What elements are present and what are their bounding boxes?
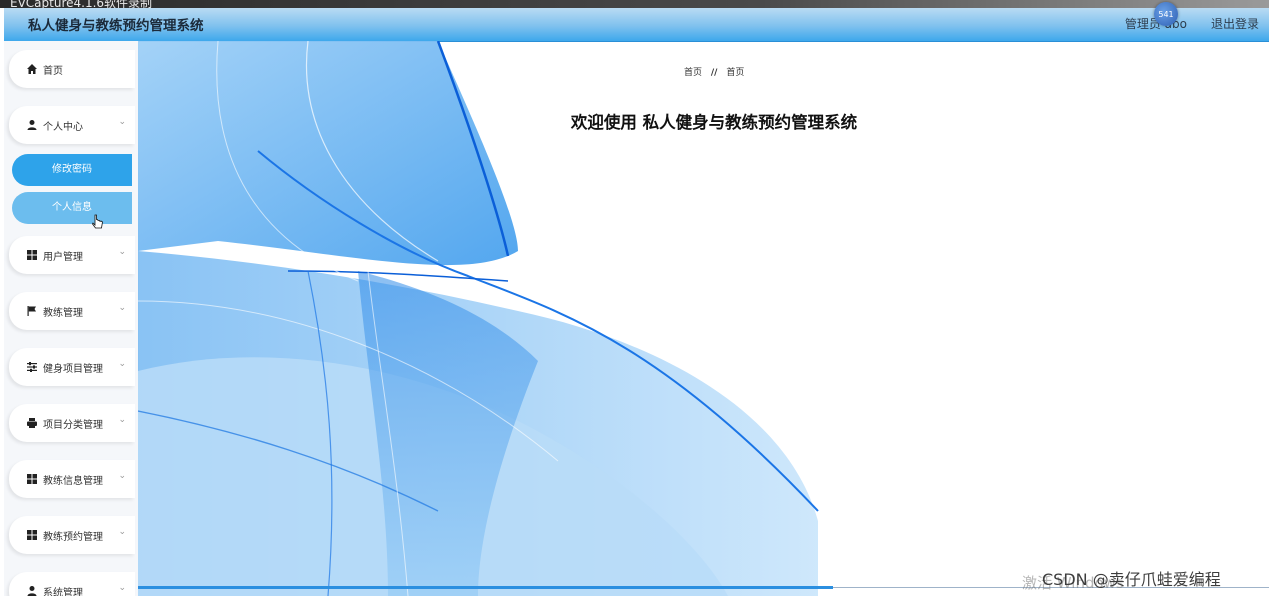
sidebar-item-label: 用户管理 xyxy=(43,252,83,263)
submenu-change-password[interactable]: 修改密码 xyxy=(12,154,132,186)
sidebar-item-coach-info-management[interactable]: 教练信息管理 ⌄ xyxy=(9,460,135,498)
user-icon xyxy=(27,586,37,596)
chevron-down-icon: ⌄ xyxy=(118,415,126,425)
breadcrumb-separator: // xyxy=(710,68,718,78)
chevron-down-icon: ⌄ xyxy=(118,117,126,127)
chevron-down-icon: ⌄ xyxy=(118,471,126,481)
chevron-down-icon: ⌄ xyxy=(118,527,126,537)
sliders-icon xyxy=(27,362,37,372)
grid-icon xyxy=(27,250,37,260)
sidebar-item-category-management[interactable]: 项目分类管理 ⌄ xyxy=(9,404,135,442)
breadcrumb: 首页 // 首页 xyxy=(684,65,744,78)
breadcrumb-home[interactable]: 首页 xyxy=(684,68,702,78)
printer-icon xyxy=(27,418,37,428)
scroll-progress-bar xyxy=(138,586,833,589)
sidebar-item-user-management[interactable]: 用户管理 ⌄ xyxy=(9,236,135,274)
grid-icon xyxy=(27,474,37,484)
app-title: 私人健身与教练预约管理系统 xyxy=(28,18,204,34)
sidebar-item-home[interactable]: 首页 xyxy=(9,50,135,88)
mouse-pointer-icon xyxy=(92,214,103,229)
sidebar-item-label: 首页 xyxy=(43,66,63,77)
chevron-down-icon: ⌄ xyxy=(118,247,126,257)
sidebar: 首页 个人中心 ⌄ 修改密码 个人信息 用户管理 ⌄ 教练管理 ⌄ 健身项目管理… xyxy=(4,41,139,596)
home-icon xyxy=(27,64,37,74)
top-header: 私人健身与教练预约管理系统 管理员 abo 退出登录 541 xyxy=(4,2,1269,42)
welcome-title: 欢迎使用 私人健身与教练预约管理系统 xyxy=(570,113,858,132)
submenu-personal-info[interactable]: 个人信息 xyxy=(12,192,132,224)
chevron-down-icon: ⌄ xyxy=(118,583,126,593)
main-content: 首页 // 首页 欢迎使用 私人健身与教练预约管理系统 xyxy=(138,41,1269,596)
sidebar-item-label: 健身项目管理 xyxy=(43,364,103,375)
logout-link[interactable]: 退出登录 xyxy=(1211,15,1259,32)
sidebar-item-fitness-project-management[interactable]: 健身项目管理 ⌄ xyxy=(9,348,135,386)
sidebar-item-system-management[interactable]: 系统管理 ⌄ xyxy=(9,572,135,596)
chevron-down-icon: ⌄ xyxy=(118,359,126,369)
sidebar-item-coach-management[interactable]: 教练管理 ⌄ xyxy=(9,292,135,330)
grid-icon xyxy=(27,530,37,540)
flag-icon xyxy=(27,306,36,316)
sidebar-item-label: 个人中心 xyxy=(43,122,83,133)
breadcrumb-current: 首页 xyxy=(726,68,745,78)
screen: EVCapture4.1.6软件录制 私人健身与教练预约管理系统 管理员 abo… xyxy=(0,0,1269,596)
recorder-badge: 541 xyxy=(1154,2,1178,26)
sidebar-item-label: 教练预约管理 xyxy=(43,532,103,543)
sidebar-item-label: 教练管理 xyxy=(43,308,83,319)
recorder-strip: EVCapture4.1.6软件录制 xyxy=(0,0,1269,10)
sidebar-item-label: 系统管理 xyxy=(43,588,83,596)
user-icon xyxy=(27,120,37,130)
chevron-down-icon: ⌄ xyxy=(118,303,126,313)
sidebar-item-coach-booking-management[interactable]: 教练预约管理 ⌄ xyxy=(9,516,135,554)
sidebar-item-personal-center[interactable]: 个人中心 ⌄ xyxy=(9,106,135,144)
sidebar-item-label: 教练信息管理 xyxy=(43,476,103,487)
sidebar-item-label: 项目分类管理 xyxy=(43,420,103,431)
csdn-watermark: CSDN @卖仔爪蛙爱编程 xyxy=(1042,570,1221,589)
